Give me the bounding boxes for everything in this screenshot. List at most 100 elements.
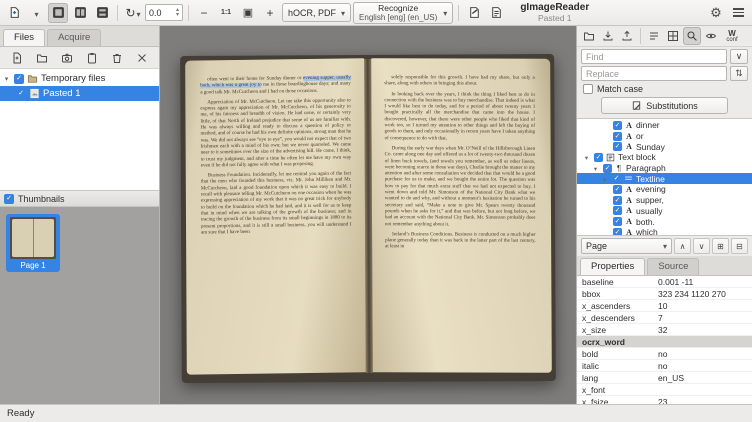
tree-row-pasted-1[interactable]: Pasted 1: [0, 86, 159, 101]
export-button[interactable]: [618, 27, 636, 45]
zoom-in-button[interactable]: [260, 3, 280, 23]
paragraph-checkbox[interactable]: [603, 164, 612, 173]
property-row[interactable]: x_font: [577, 384, 752, 396]
recognize-button[interactable]: Recognize English [eng] (en_US): [353, 2, 453, 24]
find-next-button[interactable]: ∨: [730, 49, 748, 64]
find-input[interactable]: [581, 49, 727, 64]
tree-word-row[interactable]: which: [577, 227, 752, 236]
ocr-mode-combo[interactable]: hOCR, PDF: [282, 3, 351, 22]
show-output-pane-button[interactable]: [486, 3, 506, 23]
word-checkbox[interactable]: [613, 121, 622, 130]
property-value[interactable]: 32: [655, 325, 752, 335]
page-combo[interactable]: Page: [581, 238, 672, 254]
property-value[interactable]: en_US: [655, 373, 752, 383]
property-row[interactable]: langen_US: [577, 372, 752, 384]
replace-input[interactable]: [581, 66, 727, 81]
remove-file-button[interactable]: [108, 48, 127, 67]
tree-word-row[interactable]: evening: [577, 184, 752, 195]
expander-icon[interactable]: [2, 73, 11, 84]
expand-all-button[interactable]: ⊞: [712, 238, 729, 254]
rotation-spinbox[interactable]: 0.0 ▴▾: [145, 4, 183, 21]
property-value[interactable]: 10: [655, 301, 752, 311]
match-case-checkbox[interactable]: [583, 84, 593, 94]
property-value[interactable]: no: [655, 349, 752, 359]
tree-textline-row-selected[interactable]: Textline: [577, 173, 752, 184]
word-confidence-toggle[interactable]: W conf: [721, 27, 743, 45]
save-hocr-button[interactable]: [599, 27, 617, 45]
property-row[interactable]: italicno: [577, 360, 752, 372]
swap-source-button[interactable]: [664, 27, 682, 45]
paste-button[interactable]: [83, 48, 102, 67]
zoom-out-button[interactable]: [194, 3, 214, 23]
layout-mode-button-2[interactable]: [70, 3, 90, 23]
show-recognition-pane-button[interactable]: [464, 3, 484, 23]
substitutions-button[interactable]: Substitutions: [601, 97, 728, 114]
tree-word-row[interactable]: Sunday: [577, 141, 752, 152]
word-checkbox[interactable]: [613, 132, 622, 141]
zoom-fit-button[interactable]: [238, 3, 258, 23]
thumbnails-checkbox[interactable]: [4, 194, 14, 204]
screenshot-button[interactable]: [57, 48, 76, 67]
checkbox-checked[interactable]: [16, 89, 26, 99]
document-canvas[interactable]: often went to their home for Sunday dinn…: [160, 26, 576, 404]
layout-mode-button-3[interactable]: [92, 3, 112, 23]
tree-row-temporary-files[interactable]: Temporary files: [0, 71, 159, 86]
word-icon: [625, 132, 633, 141]
property-row[interactable]: x_fsize23: [577, 396, 752, 404]
property-row[interactable]: baseline0.001 -11: [577, 276, 752, 288]
insert-mode-button[interactable]: [645, 27, 663, 45]
settings-button[interactable]: [706, 3, 726, 23]
block-checkbox[interactable]: [594, 153, 603, 162]
expander-icon[interactable]: [600, 174, 609, 184]
tree-word-row[interactable]: supper,: [577, 195, 752, 206]
property-value[interactable]: 0.001 -11: [655, 277, 752, 287]
thumbnail-page-1[interactable]: Page 1: [6, 214, 60, 272]
word-checkbox[interactable]: [613, 142, 622, 151]
replace-button[interactable]: ⇅: [730, 66, 748, 81]
word-checkbox[interactable]: [613, 228, 622, 236]
word-checkbox[interactable]: [613, 196, 622, 205]
add-images-button[interactable]: [4, 3, 24, 23]
prev-item-button[interactable]: ∧: [674, 238, 691, 254]
tab-acquire[interactable]: Acquire: [47, 29, 101, 46]
layout-mode-button-1[interactable]: [48, 3, 68, 23]
word-checkbox[interactable]: [613, 185, 622, 194]
tab-files[interactable]: Files: [3, 29, 45, 46]
add-images-button-small[interactable]: [7, 48, 26, 67]
textline-checkbox[interactable]: [612, 174, 621, 183]
tree-block-row[interactable]: Text block: [577, 152, 752, 163]
zoom-original-button[interactable]: [216, 3, 236, 23]
tree-paragraph-row[interactable]: Paragraph: [577, 163, 752, 174]
next-item-button[interactable]: ∨: [693, 238, 710, 254]
property-row[interactable]: boldno: [577, 348, 752, 360]
open-recent-dropdown[interactable]: [26, 3, 46, 23]
property-value[interactable]: 323 234 1120 270: [655, 289, 752, 299]
rotate-page-button[interactable]: [123, 3, 143, 23]
preview-toggle[interactable]: [702, 27, 720, 45]
checkbox-checked[interactable]: [14, 74, 24, 84]
collapse-all-button[interactable]: ⊟: [731, 238, 748, 254]
property-row[interactable]: x_descenders7: [577, 312, 752, 324]
property-value[interactable]: 7: [655, 313, 752, 323]
tab-properties[interactable]: Properties: [580, 258, 645, 275]
word-checkbox[interactable]: [613, 206, 622, 215]
word-checkbox[interactable]: [613, 217, 622, 226]
property-value[interactable]: no: [655, 361, 752, 371]
expander-icon[interactable]: [591, 163, 600, 173]
expander-icon[interactable]: [582, 152, 591, 162]
tree-word-row[interactable]: dinner: [577, 120, 752, 131]
tab-source[interactable]: Source: [647, 258, 699, 275]
spin-arrows-icon[interactable]: ▴▾: [176, 8, 179, 18]
add-folder-button[interactable]: [32, 48, 51, 67]
find-replace-toggle[interactable]: [683, 27, 701, 45]
property-row[interactable]: x_ascenders10: [577, 300, 752, 312]
open-hocr-button[interactable]: [580, 27, 598, 45]
property-row[interactable]: bbox323 234 1120 270: [577, 288, 752, 300]
property-value[interactable]: 23: [655, 397, 752, 405]
property-row[interactable]: x_size32: [577, 324, 752, 336]
clear-files-button[interactable]: [133, 48, 152, 67]
tree-word-row[interactable]: both.: [577, 216, 752, 227]
tree-word-row[interactable]: or: [577, 131, 752, 142]
app-menu-button[interactable]: [728, 3, 748, 23]
tree-word-row[interactable]: usually: [577, 206, 752, 217]
